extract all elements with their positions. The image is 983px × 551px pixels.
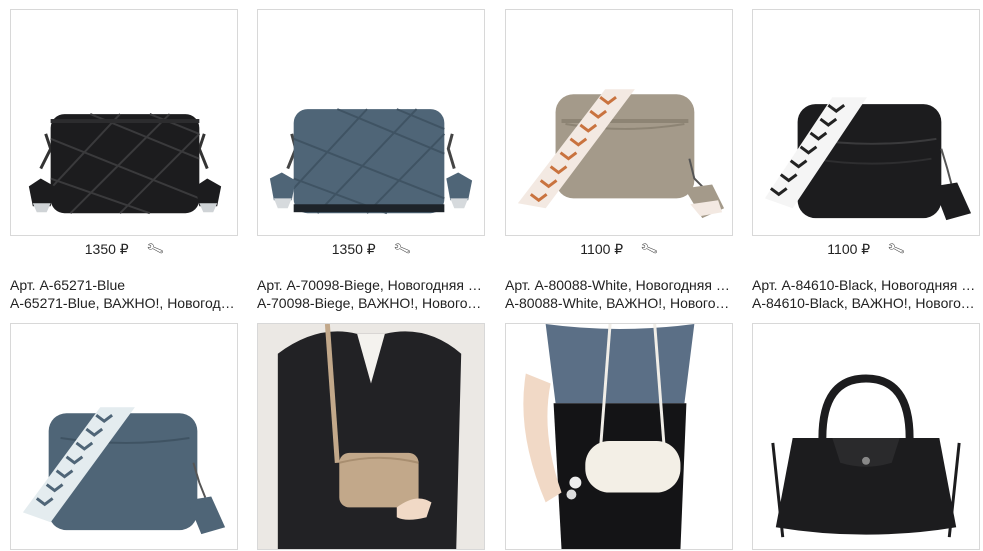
black-woven-bag-image	[28, 113, 222, 215]
product-article: Арт. A-80088-White, Новогодняя распродаж…	[505, 277, 733, 293]
product-card-7[interactable]	[505, 323, 733, 550]
product-price: 1350 ₽	[84, 240, 129, 257]
black-top-handle-bag-image	[771, 374, 961, 538]
product-card-3[interactable]: 1100 ₽ 🔧︎ Арт. A-80088-White, Новогодняя…	[505, 9, 733, 312]
product-card-8[interactable]	[752, 323, 980, 550]
product-tags: A-84610-Black, ВАЖНО!, Новогодняя распро…	[752, 295, 980, 311]
black-crossbody-bag-image	[764, 97, 972, 221]
product-image-2[interactable]	[257, 9, 485, 236]
product-card-1[interactable]: 1350 ₽ 🔧︎ Арт. A-65271-Blue A-65271-Blue…	[10, 9, 238, 312]
product-image-7[interactable]	[505, 323, 733, 550]
product-card-6[interactable]	[257, 323, 485, 550]
wrench-icon[interactable]: 🔧︎	[144, 239, 165, 260]
taupe-crossbody-bag-image	[517, 89, 725, 219]
product-card-5[interactable]	[10, 323, 238, 550]
wrench-icon[interactable]: 🔧︎	[391, 239, 412, 260]
model-with-beige-bag-image	[258, 324, 484, 549]
product-tags: A-80088-White, ВАЖНО!, Новогодняя распро…	[505, 295, 733, 311]
wrench-icon[interactable]: 🔧︎	[639, 239, 660, 260]
product-image-3[interactable]	[505, 9, 733, 236]
product-tags: A-70098-Biege, ВАЖНО!, Новогодняя распро…	[257, 295, 485, 311]
product-tags: A-65271-Blue, ВАЖНО!, Новогодняя распрод…	[10, 295, 238, 311]
product-image-8[interactable]	[752, 323, 980, 550]
product-card-2[interactable]: 1350 ₽ 🔧︎ Арт. A-70098-Biege, Новогодняя…	[257, 9, 485, 312]
product-image-6[interactable]	[257, 323, 485, 550]
product-price: 1100 ₽	[827, 240, 871, 257]
product-image-5[interactable]	[10, 323, 238, 550]
product-article: Арт. A-70098-Biege, Новогодняя распродаж…	[257, 277, 485, 293]
product-image-4[interactable]	[752, 9, 980, 236]
product-article: Арт. A-65271-Blue	[10, 277, 126, 293]
product-description[interactable]: Арт. A-84610-Black, Новогодняя распродаж…	[752, 276, 980, 312]
blue-woven-bag-image	[269, 108, 473, 215]
product-article: Арт. A-84610-Black, Новогодняя распродаж…	[752, 277, 980, 293]
product-price: 1350 ₽	[331, 240, 376, 257]
product-price: 1100 ₽	[580, 240, 624, 257]
product-card-4[interactable]: 1100 ₽ 🔧︎ Арт. A-84610-Black, Новогодняя…	[752, 9, 980, 312]
product-description[interactable]: Арт. A-70098-Biege, Новогодняя распродаж…	[257, 276, 485, 312]
blue-crossbody-bag-image	[22, 407, 226, 535]
product-image-1[interactable]	[10, 9, 238, 236]
model-with-white-bag-image	[523, 324, 695, 549]
product-description[interactable]: Арт. A-65271-Blue A-65271-Blue, ВАЖНО!, …	[10, 276, 238, 312]
wrench-icon[interactable]: 🔧︎	[886, 239, 907, 260]
product-description[interactable]: Арт. A-80088-White, Новогодняя распродаж…	[505, 276, 733, 312]
